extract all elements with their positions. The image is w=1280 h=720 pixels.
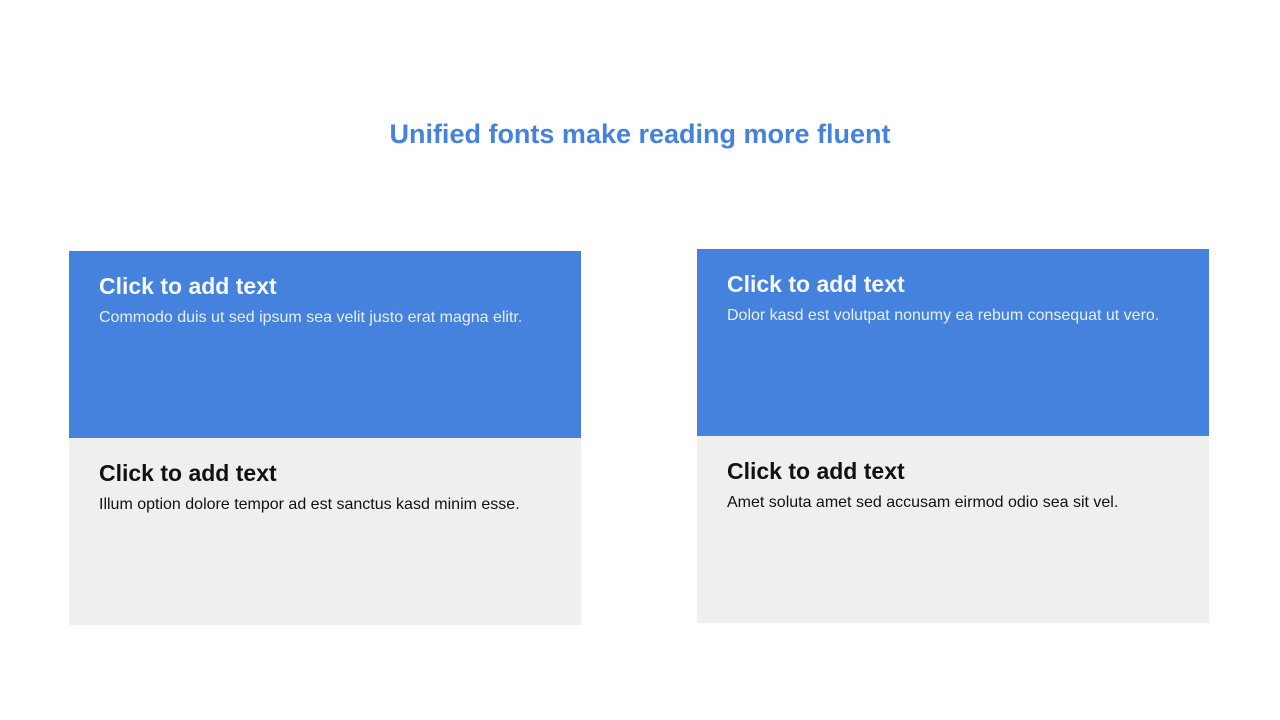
card-left-bottom-body[interactable]: Illum option dolore tempor ad est sanctu… <box>99 495 551 515</box>
card-right-top-panel[interactable]: Click to add text Dolor kasd est volutpa… <box>697 249 1209 436</box>
card-left-top-heading[interactable]: Click to add text <box>99 272 551 300</box>
card-right-top-heading[interactable]: Click to add text <box>727 270 1179 298</box>
card-left-top-panel[interactable]: Click to add text Commodo duis ut sed ip… <box>69 251 581 438</box>
card-left: Click to add text Commodo duis ut sed ip… <box>69 251 581 625</box>
card-right-top-body[interactable]: Dolor kasd est volutpat nonumy ea rebum … <box>727 306 1179 326</box>
card-right-bottom-panel[interactable]: Click to add text Amet soluta amet sed a… <box>697 436 1209 623</box>
card-right-bottom-heading[interactable]: Click to add text <box>727 457 1179 485</box>
card-left-bottom-heading[interactable]: Click to add text <box>99 459 551 487</box>
card-right-bottom-body[interactable]: Amet soluta amet sed accusam eirmod odio… <box>727 493 1179 513</box>
card-left-top-body[interactable]: Commodo duis ut sed ipsum sea velit just… <box>99 308 551 328</box>
card-right: Click to add text Dolor kasd est volutpa… <box>697 249 1209 623</box>
slide-canvas: Unified fonts make reading more fluent C… <box>0 0 1280 720</box>
slide-title[interactable]: Unified fonts make reading more fluent <box>0 117 1280 151</box>
card-left-bottom-panel[interactable]: Click to add text Illum option dolore te… <box>69 438 581 625</box>
